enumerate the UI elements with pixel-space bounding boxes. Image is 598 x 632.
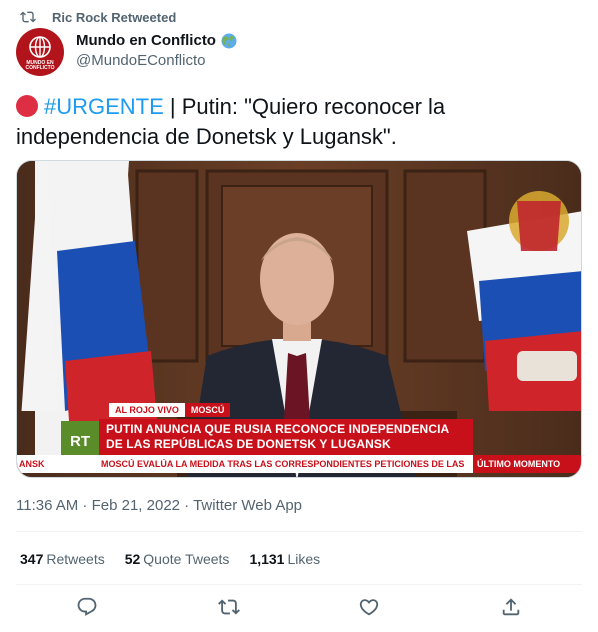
author-display-name[interactable]: Mundo en Conflicto	[76, 32, 237, 49]
likes-label: Likes	[287, 551, 321, 567]
red-circle-emoji-icon	[16, 95, 38, 117]
avatar[interactable]: MUNDO EN CONFLICTO	[16, 28, 64, 76]
quote-tweets-stat[interactable]: 52 Quote Tweets	[125, 551, 230, 567]
retweets-label: Retweets	[46, 551, 105, 567]
avatar-logo-text: MUNDO EN CONFLICTO	[25, 60, 55, 71]
ticker-main-text: MOSCÚ EVALÚA LA MEDIDA TRAS LAS CORRESPO…	[101, 459, 465, 469]
tweet-stats: 347 Retweets 52 Quote Tweets 1,131 Likes	[20, 551, 340, 567]
quote-tweets-count: 52	[124, 551, 141, 567]
meta-separator: ·	[180, 497, 194, 514]
author-name-text[interactable]: Mundo en Conflicto	[76, 32, 216, 49]
likes-count: 1,131	[249, 551, 285, 567]
quote-tweets-label: Quote Tweets	[143, 551, 230, 567]
retweet-icon[interactable]	[218, 596, 240, 618]
meta-separator: ·	[78, 497, 92, 514]
likes-stat[interactable]: 1,131 Likes	[249, 551, 320, 567]
author-handle[interactable]: @MundoEConflicto	[76, 52, 237, 69]
headline-line-1: PUTIN ANUNCIA QUE RUSIA RECONOCE INDEPEN…	[106, 422, 450, 436]
reply-icon[interactable]	[76, 596, 98, 618]
tweet-timestamp: 11:36 AM · Feb 21, 2022 · Twitter Web Ap…	[16, 497, 302, 514]
like-icon[interactable]	[358, 596, 380, 618]
live-tag: AL ROJO VIVO	[109, 403, 185, 417]
hashtag-link[interactable]: #URGENTE	[44, 94, 164, 119]
headline-line-2: DE LAS REPÚBLICAS DE DONETSK Y LUGANSK	[106, 437, 391, 451]
ticker-breaking-label: ÚLTIMO MOMENTO	[473, 455, 581, 473]
retweets-stat[interactable]: 347 Retweets	[20, 551, 105, 567]
news-ticker: ANSK MOSCÚ EVALÚA LA MEDIDA TRAS LAS COR…	[17, 455, 581, 473]
share-icon[interactable]	[500, 596, 522, 618]
ticker-left-text: ANSK	[19, 459, 45, 469]
news-headline: PUTIN ANUNCIA QUE RUSIA RECONOCE INDEPEN…	[99, 419, 473, 455]
tweet-date[interactable]: Feb 21, 2022	[92, 497, 180, 514]
retweet-header: Ric Rock Retweeted	[20, 8, 176, 26]
globe-logo-icon	[29, 36, 51, 58]
retweeted-by-label[interactable]: Ric Rock Retweeted	[52, 10, 176, 25]
divider	[16, 584, 582, 585]
retweets-count: 347	[20, 551, 44, 567]
author-block: MUNDO EN CONFLICTO Mundo en Conflicto @M…	[16, 28, 237, 76]
tweet-source[interactable]: Twitter Web App	[193, 497, 302, 514]
retweet-icon	[20, 9, 36, 25]
divider	[16, 531, 582, 532]
location-tag: MOSCÚ	[184, 403, 231, 417]
tweet-text: #URGENTE | Putin: "Quiero reconocer la i…	[16, 92, 576, 152]
news-lower-third: AL ROJO VIVO MOSCÚ RT PUTIN ANUNCIA QUE …	[17, 403, 581, 473]
tweet-time[interactable]: 11:36 AM	[16, 497, 78, 514]
tweet-actions-bar	[0, 596, 598, 622]
earth-globe-icon	[221, 33, 237, 49]
tweet-media-image[interactable]: AL ROJO VIVO MOSCÚ RT PUTIN ANUNCIA QUE …	[16, 160, 582, 478]
